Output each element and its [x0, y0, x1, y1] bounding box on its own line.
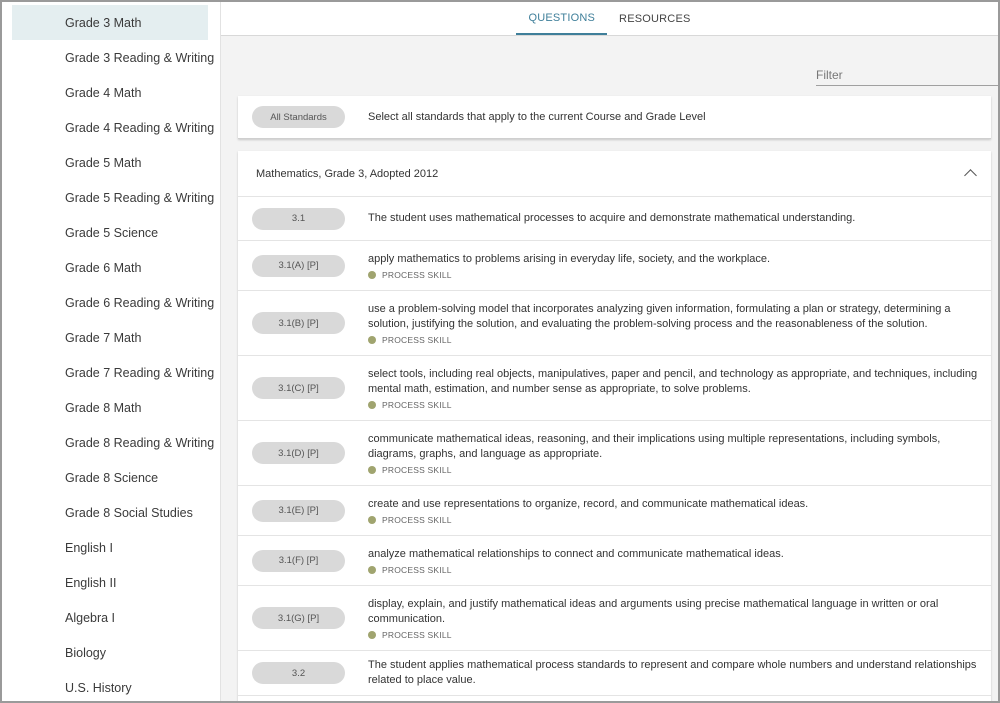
standard-text: communicate mathematical ideas, reasonin…	[368, 432, 941, 460]
sidebar-item[interactable]: Grade 5 Reading & Writing	[12, 180, 214, 215]
sidebar-item[interactable]: Grade 7 Math	[12, 320, 208, 355]
standard-code: 3.2	[252, 662, 345, 684]
standard-text: analyze mathematical relationships to co…	[368, 547, 784, 560]
main-panel: QUESTIONS RESOURCES All Standards Select…	[221, 2, 998, 701]
sidebar-item[interactable]: Grade 3 Reading & Writing	[12, 40, 214, 75]
process-skill-label: PROCESS SKILL	[382, 564, 452, 575]
standards-group-title: Mathematics, Grade 3, Adopted 2012	[256, 167, 439, 180]
tab-bar: QUESTIONS RESOURCES	[221, 2, 998, 36]
standard-code: 3.1(A) [P]	[252, 254, 345, 277]
standard-row[interactable]: 3.1(C) [P] select tools, including real …	[238, 356, 991, 421]
process-skill-dot	[368, 270, 376, 279]
sidebar-item[interactable]: Grade 8 Social Studies	[12, 495, 208, 530]
standard-row[interactable]: 3.1(G) [P] display, explain, and justify…	[238, 586, 991, 651]
process-skill-dot	[368, 400, 376, 409]
standard-code: 3.1(C) [P]	[252, 377, 345, 399]
process-skill-label: PROCESS SKILL	[382, 334, 452, 345]
standard-text: The student uses mathematical processes …	[368, 212, 856, 224]
process-skill-label: PROCESS SKILL	[382, 464, 452, 475]
sidebar-item[interactable]: English II	[12, 565, 208, 600]
standard-code: 3.1	[252, 207, 345, 230]
standard-text: select tools, including real objects, ma…	[368, 367, 978, 395]
all-standards-button[interactable]: All Standards	[252, 106, 345, 128]
sidebar-item[interactable]: Grade 3 Math	[12, 5, 208, 40]
process-skill-label: PROCESS SKILL	[382, 399, 452, 410]
sidebar-item[interactable]: English I	[12, 530, 208, 565]
standard-text: display, explain, and justify mathematic…	[368, 597, 939, 625]
standard-row[interactable]: 3.1(B) [P] use a problem-solving model t…	[238, 291, 991, 356]
standards-group-header[interactable]: Mathematics, Grade 3, Adopted 2012	[238, 151, 991, 197]
sidebar-item[interactable]: Grade 6 Math	[12, 250, 208, 285]
course-sidebar: Grade 3 Math Grade 3 Reading & Writing G…	[2, 2, 221, 701]
standard-row[interactable]: 3.1(F) [P] analyze mathematical relation…	[238, 536, 991, 586]
standard-row[interactable]: 3.1(E) [P] create and use representation…	[238, 486, 991, 536]
standard-row[interactable]: 3.1 The student uses mathematical proces…	[238, 197, 991, 241]
filter-field	[816, 66, 998, 86]
standards-group-card: Mathematics, Grade 3, Adopted 2012 3.1 T…	[238, 151, 991, 701]
standard-text: The student applies mathematical process…	[368, 659, 977, 686]
filter-input[interactable]	[816, 66, 998, 84]
sidebar-item[interactable]: Grade 6 Reading & Writing	[12, 285, 214, 320]
standard-code: 3.1(D) [P]	[252, 442, 345, 464]
sidebar-item[interactable]: Grade 4 Reading & Writing	[12, 110, 214, 145]
process-skill-dot	[368, 630, 376, 639]
sidebar-item[interactable]: Algebra I	[12, 600, 208, 635]
sidebar-item[interactable]: Biology	[12, 635, 208, 670]
sidebar-item[interactable]: Grade 8 Reading & Writing	[12, 425, 214, 460]
sidebar-item[interactable]: Grade 7 Reading & Writing	[12, 355, 214, 390]
process-skill-dot	[368, 465, 376, 474]
process-skill-dot	[368, 515, 376, 524]
tab-resources[interactable]: RESOURCES	[607, 2, 702, 35]
standard-text: apply mathematics to problems arising in…	[368, 252, 771, 265]
sidebar-item[interactable]: Grade 5 Science	[12, 215, 208, 250]
sidebar-item[interactable]: Grade 8 Math	[12, 390, 208, 425]
standard-row[interactable]: 3.1(A) [P] apply mathematics to problems…	[238, 241, 991, 291]
sidebar-item[interactable]: Grade 8 Science	[12, 460, 208, 495]
standard-code: 3.1(E) [P]	[252, 499, 345, 522]
chevron-up-icon[interactable]	[964, 169, 977, 182]
process-skill-label: PROCESS SKILL	[382, 514, 452, 525]
sidebar-item[interactable]: Grade 5 Math	[12, 145, 208, 180]
standard-text: use a problem-solving model that incorpo…	[368, 302, 951, 330]
tab-questions[interactable]: QUESTIONS	[516, 2, 608, 35]
process-skill-dot	[368, 335, 376, 344]
sidebar-item[interactable]: Grade 4 Math	[12, 75, 208, 110]
process-skill-dot	[368, 565, 376, 574]
process-skill-label: PROCESS SKILL	[382, 629, 452, 640]
process-skill-label: PROCESS SKILL	[382, 269, 452, 280]
all-standards-description: Select all standards that apply to the c…	[368, 111, 706, 123]
sidebar-item[interactable]: U.S. History	[12, 670, 208, 701]
standard-row[interactable]: 3.2 The student applies mathematical pro…	[238, 651, 991, 696]
standard-row[interactable]: 3.1(D) [P] communicate mathematical idea…	[238, 421, 991, 486]
standard-text: create and use representations to organi…	[368, 497, 809, 510]
standard-code: 3.1(G) [P]	[252, 607, 345, 629]
app-window: Grade 3 Math Grade 3 Reading & Writing G…	[0, 0, 1000, 703]
standard-code: 3.1(B) [P]	[252, 312, 345, 334]
standard-code: 3.1(F) [P]	[252, 549, 345, 572]
all-standards-card: All Standards Select all standards that …	[238, 96, 991, 139]
